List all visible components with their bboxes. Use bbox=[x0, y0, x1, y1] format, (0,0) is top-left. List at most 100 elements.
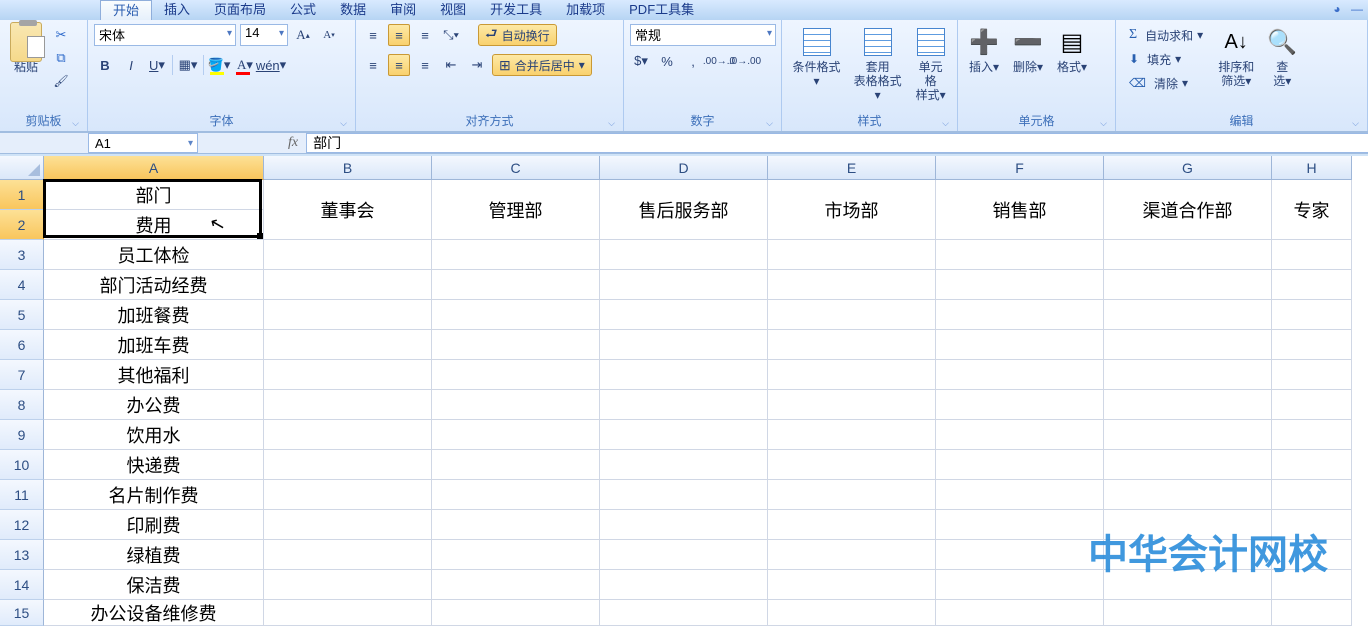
tab-页面布局[interactable]: 页面布局 bbox=[202, 0, 278, 20]
cell-C5[interactable] bbox=[432, 300, 600, 330]
fill-button[interactable]: 填充▾ bbox=[1122, 48, 1210, 70]
cell-B1[interactable]: 董事会 bbox=[264, 180, 432, 240]
delete-cells-button[interactable]: ➖删除▾ bbox=[1008, 24, 1048, 76]
cell-H1[interactable]: 专家 bbox=[1272, 180, 1352, 240]
cell-C3[interactable] bbox=[432, 240, 600, 270]
comma-button[interactable]: , bbox=[682, 50, 704, 72]
font-family-select[interactable]: 宋体 bbox=[94, 24, 236, 46]
increase-indent-button[interactable]: ⇥ bbox=[466, 54, 488, 76]
cell-D3[interactable] bbox=[600, 240, 768, 270]
cell-E1[interactable]: 市场部 bbox=[768, 180, 936, 240]
conditional-format-button[interactable]: 条件格式▾ bbox=[788, 24, 845, 90]
cells-area[interactable]: 部门董事会管理部售后服务部市场部销售部渠道合作部专家费用员工体检部门活动经费加班… bbox=[44, 180, 1368, 630]
cell-B4[interactable] bbox=[264, 270, 432, 300]
cell-F8[interactable] bbox=[936, 390, 1104, 420]
cell-F14[interactable] bbox=[936, 570, 1104, 600]
cell-F10[interactable] bbox=[936, 450, 1104, 480]
cell-A1[interactable]: 部门 bbox=[44, 180, 264, 210]
cell-G3[interactable] bbox=[1104, 240, 1272, 270]
insert-cells-button[interactable]: ➕插入▾ bbox=[964, 24, 1004, 76]
cell-C12[interactable] bbox=[432, 510, 600, 540]
cell-D12[interactable] bbox=[600, 510, 768, 540]
decrease-decimal-button[interactable]: .0→.00 bbox=[734, 50, 756, 72]
cell-F3[interactable] bbox=[936, 240, 1104, 270]
cell-G8[interactable] bbox=[1104, 390, 1272, 420]
row-header-15[interactable]: 15 bbox=[0, 600, 44, 626]
cell-H11[interactable] bbox=[1272, 480, 1352, 510]
cell-G11[interactable] bbox=[1104, 480, 1272, 510]
cell-B11[interactable] bbox=[264, 480, 432, 510]
cell-H15[interactable] bbox=[1272, 600, 1352, 626]
name-box[interactable]: A1 bbox=[88, 133, 198, 153]
col-header-F[interactable]: F bbox=[936, 156, 1104, 180]
col-header-D[interactable]: D bbox=[600, 156, 768, 180]
tab-数据[interactable]: 数据 bbox=[328, 0, 378, 20]
cell-E6[interactable] bbox=[768, 330, 936, 360]
bold-button[interactable]: B bbox=[94, 54, 116, 76]
border-button[interactable]: ▦▾ bbox=[177, 54, 199, 76]
cell-D13[interactable] bbox=[600, 540, 768, 570]
align-right-button[interactable]: ≡ bbox=[414, 54, 436, 76]
row-header-3[interactable]: 3 bbox=[0, 240, 44, 270]
cell-A3[interactable]: 员工体检 bbox=[44, 240, 264, 270]
select-all-corner[interactable] bbox=[0, 156, 44, 180]
cell-F7[interactable] bbox=[936, 360, 1104, 390]
cell-B14[interactable] bbox=[264, 570, 432, 600]
cell-H14[interactable] bbox=[1272, 570, 1352, 600]
align-middle-button[interactable]: ≡ bbox=[388, 24, 410, 46]
cell-D1[interactable]: 售后服务部 bbox=[600, 180, 768, 240]
tab-开始[interactable]: 开始 bbox=[100, 0, 152, 20]
cell-A14[interactable]: 保洁费 bbox=[44, 570, 264, 600]
tab-审阅[interactable]: 审阅 bbox=[378, 0, 428, 20]
increase-font-button[interactable]: A▴ bbox=[292, 24, 314, 46]
cell-A7[interactable]: 其他福利 bbox=[44, 360, 264, 390]
fx-icon[interactable]: fx bbox=[288, 135, 298, 151]
cell-H7[interactable] bbox=[1272, 360, 1352, 390]
cell-D6[interactable] bbox=[600, 330, 768, 360]
format-as-table-button[interactable]: 套用表格格式▾ bbox=[849, 24, 906, 104]
cell-G14[interactable] bbox=[1104, 570, 1272, 600]
cell-D10[interactable] bbox=[600, 450, 768, 480]
cell-F9[interactable] bbox=[936, 420, 1104, 450]
cell-H10[interactable] bbox=[1272, 450, 1352, 480]
number-format-select[interactable]: 常规 bbox=[630, 24, 776, 46]
cell-B5[interactable] bbox=[264, 300, 432, 330]
cell-F4[interactable] bbox=[936, 270, 1104, 300]
cell-A13[interactable]: 绿植费 bbox=[44, 540, 264, 570]
worksheet-grid[interactable]: ABCDEFGH 123456789101112131415 部门董事会管理部售… bbox=[0, 156, 1368, 630]
paste-button[interactable]: 粘贴 bbox=[6, 24, 46, 76]
row-header-9[interactable]: 9 bbox=[0, 420, 44, 450]
row-header-10[interactable]: 10 bbox=[0, 450, 44, 480]
format-cells-button[interactable]: ▤格式▾ bbox=[1052, 24, 1092, 76]
row-header-1[interactable]: 1 bbox=[0, 180, 44, 210]
cell-D15[interactable] bbox=[600, 600, 768, 626]
cell-G15[interactable] bbox=[1104, 600, 1272, 626]
orientation-button[interactable]: ⤡▾ bbox=[440, 24, 462, 46]
cell-B13[interactable] bbox=[264, 540, 432, 570]
copy-button[interactable] bbox=[50, 47, 72, 69]
cell-B6[interactable] bbox=[264, 330, 432, 360]
cell-C11[interactable] bbox=[432, 480, 600, 510]
cell-A8[interactable]: 办公费 bbox=[44, 390, 264, 420]
cell-G13[interactable] bbox=[1104, 540, 1272, 570]
cell-E9[interactable] bbox=[768, 420, 936, 450]
align-bottom-button[interactable]: ≡ bbox=[414, 24, 436, 46]
cell-C15[interactable] bbox=[432, 600, 600, 626]
increase-decimal-button[interactable]: .00→.0 bbox=[708, 50, 730, 72]
font-size-select[interactable]: 14 bbox=[240, 24, 288, 46]
find-select-button[interactable]: 🔍查选▾ bbox=[1262, 24, 1302, 90]
row-header-6[interactable]: 6 bbox=[0, 330, 44, 360]
cell-D9[interactable] bbox=[600, 420, 768, 450]
formula-bar[interactable]: 部门 bbox=[306, 133, 1368, 153]
cell-H9[interactable] bbox=[1272, 420, 1352, 450]
wrap-text-button[interactable]: ⮐自动换行 bbox=[478, 24, 557, 46]
cell-D5[interactable] bbox=[600, 300, 768, 330]
cell-G5[interactable] bbox=[1104, 300, 1272, 330]
cell-B15[interactable] bbox=[264, 600, 432, 626]
cell-E10[interactable] bbox=[768, 450, 936, 480]
cell-A11[interactable]: 名片制作费 bbox=[44, 480, 264, 510]
cell-H4[interactable] bbox=[1272, 270, 1352, 300]
cell-E5[interactable] bbox=[768, 300, 936, 330]
clear-button[interactable]: 清除▾ bbox=[1122, 72, 1210, 94]
autosum-button[interactable]: 自动求和▾ bbox=[1122, 24, 1210, 46]
